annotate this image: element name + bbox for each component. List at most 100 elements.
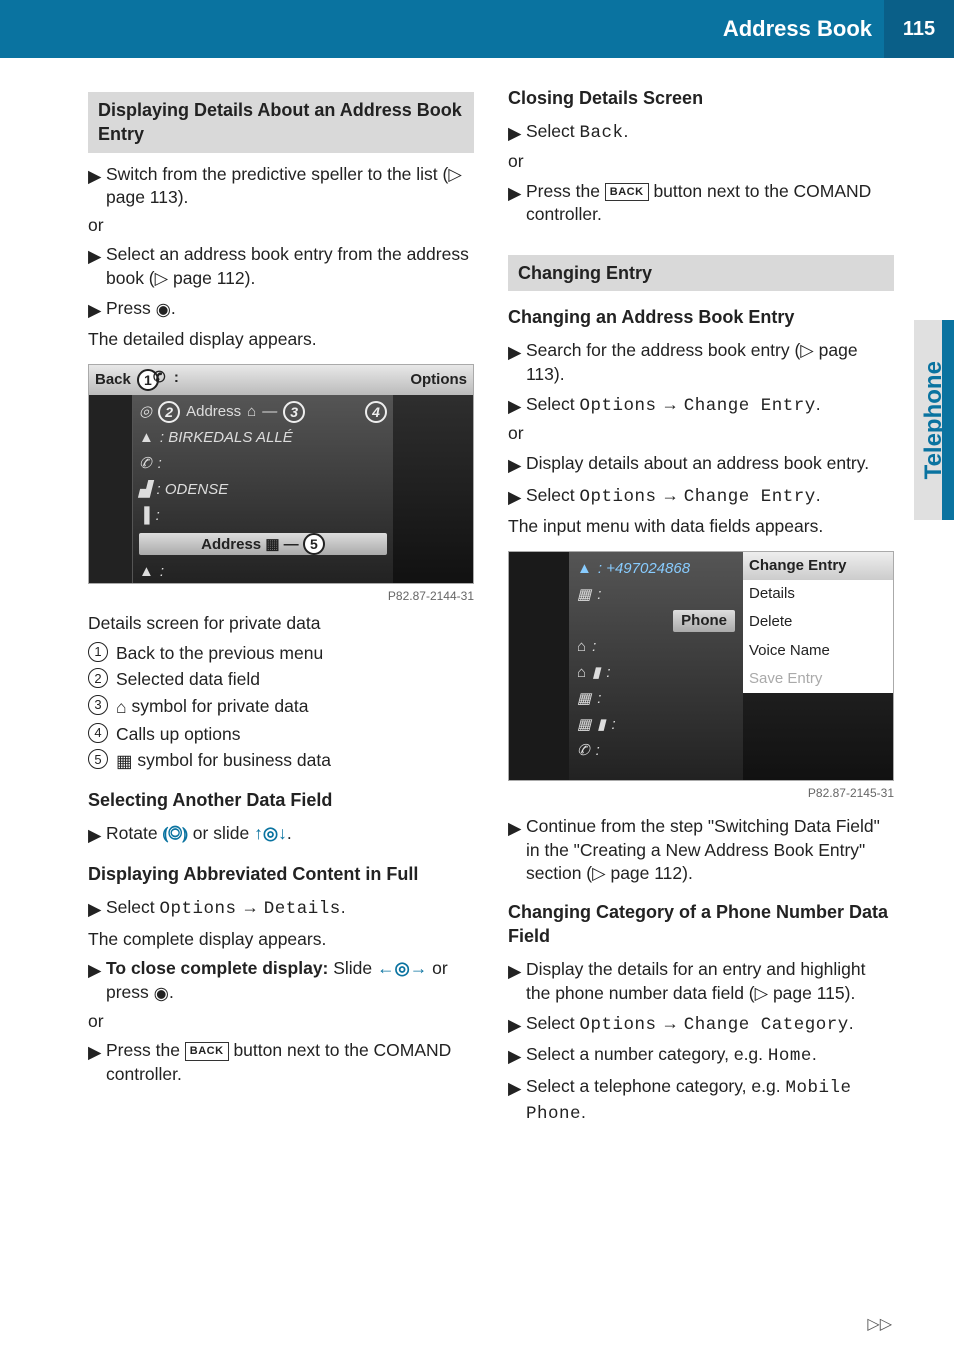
step-marker-icon: ▶ <box>508 180 526 206</box>
figure-caption: Details screen for private data <box>88 612 474 636</box>
legend-num-1: 1 <box>88 642 108 662</box>
business-icon: ▦ <box>116 750 133 774</box>
menu-path: Options <box>580 396 657 416</box>
step-result: The detailed display appears. <box>88 328 474 352</box>
step-body: Select Options → Details. <box>106 896 474 922</box>
step-body: Select Options → Change Category. <box>526 1012 894 1038</box>
step-body: Press the BACK button next to the COMAND… <box>526 180 894 227</box>
callout-2-icon: 2 <box>158 401 180 423</box>
fig-city: : ODENSE <box>157 480 229 500</box>
menu-path: Change Category <box>684 1015 849 1035</box>
legend-text: Back to the previous menu <box>116 642 323 666</box>
legend-text: Calls up options <box>116 723 241 747</box>
step-marker-icon: ▶ <box>88 163 106 189</box>
fig-phone-tag: Phone <box>673 610 735 632</box>
step: ▶ Search for the address book entry (▷ p… <box>508 339 894 386</box>
menu-header[interactable]: Change Entry <box>743 552 893 580</box>
figure-code: P82.87-2145-31 <box>508 785 894 801</box>
menu-item-voice-name[interactable]: Voice Name <box>743 637 893 665</box>
step-body: Select a telephone category, e.g. Mobile… <box>526 1075 894 1126</box>
step-marker-icon: ▶ <box>88 957 106 983</box>
step: ▶ Select Options → Change Entry. <box>508 484 894 510</box>
header-title: Address Book <box>723 14 884 44</box>
step-marker-icon: ▶ <box>508 1012 526 1038</box>
step-marker-icon: ▶ <box>508 1043 526 1069</box>
step-body: Rotate ⦅◎⦆ or slide ↑◎↓. <box>106 822 474 846</box>
text: Select <box>526 485 580 505</box>
slide-horizontal-icon: ←◎→ <box>377 958 427 978</box>
heading-closing: Closing Details Screen <box>508 86 894 110</box>
figure-change-entry: ▲: +497024868 ▦: Phone ⌂: ⌂▮: ▦: ▦▮: ✆: … <box>508 551 894 801</box>
step-marker-icon: ▶ <box>508 1075 526 1101</box>
text: Select a number category, e.g. <box>526 1044 768 1064</box>
step: ▶ Display details about an address book … <box>508 452 894 478</box>
step-result: The input menu with data fields appears. <box>508 515 894 539</box>
figure-details-screen: Back 1 ✆ : Options ◎ 2 Address ⌂— <box>88 364 474 604</box>
step-marker-icon: ▶ <box>508 452 526 478</box>
step: ▶ Select Options → Change Entry. <box>508 393 894 419</box>
menu-path: Options <box>580 487 657 507</box>
or-separator: or <box>88 1010 474 1034</box>
page-header: Address Book 115 <box>0 0 954 58</box>
phone-icon: ✆ <box>139 454 152 474</box>
text: symbol for private data <box>127 696 309 716</box>
text: . <box>287 823 292 843</box>
flag-icon: ▐ <box>139 506 150 526</box>
fig-street: : BIRKEDALS ALLÉ <box>160 428 293 448</box>
fig-options-button[interactable]: Options <box>410 370 467 390</box>
step: ▶ Press the BACK button next to the COMA… <box>508 180 894 227</box>
fig-back-button[interactable]: Back <box>95 370 131 390</box>
text: Select <box>526 121 580 141</box>
step-marker-icon: ▶ <box>508 393 526 419</box>
step: ▶ Select a telephone category, e.g. Mobi… <box>508 1075 894 1126</box>
step-marker-icon: ▶ <box>508 120 526 146</box>
heading-changing-category: Changing Category of a Phone Number Data… <box>508 900 894 949</box>
text: Select <box>526 1013 580 1033</box>
mobile-icon: ▮ <box>597 715 605 735</box>
step-body: Switch from the predictive speller to th… <box>106 163 474 210</box>
step-marker-icon: ▶ <box>508 815 526 841</box>
menu-item-delete[interactable]: Delete <box>743 608 893 636</box>
menu-item-save-entry: Save Entry <box>743 665 893 693</box>
slide-vertical-icon: ↑◎↓ <box>254 823 287 843</box>
or-separator: or <box>508 422 894 446</box>
heading-changing-entry: Changing Entry <box>508 255 894 291</box>
step-marker-icon: ▶ <box>508 958 526 984</box>
person-icon: ▲ <box>577 559 592 579</box>
step: ▶ Rotate ⦅◎⦆ or slide ↑◎↓. <box>88 822 474 848</box>
step-marker-icon: ▶ <box>508 484 526 510</box>
legend-item: 2Selected data field <box>88 668 474 692</box>
step-body: Display the details for an entry and hig… <box>526 958 894 1005</box>
step-body: Select Back. <box>526 120 894 146</box>
section-tab-accent <box>942 320 954 520</box>
step-body: Select a number category, e.g. Home. <box>526 1043 894 1069</box>
text: or slide <box>188 823 254 843</box>
menu-path: Home <box>768 1046 812 1066</box>
step-body: Display details about an address book en… <box>526 452 894 476</box>
step-result: The complete display appears. <box>88 928 474 952</box>
city-icon: ▟ <box>139 480 151 500</box>
step: ▶ To close complete display: Slide ←◎→ o… <box>88 957 474 1005</box>
fig-number: : +497024868 <box>598 559 690 579</box>
menu-path: Back <box>580 123 624 143</box>
step-marker-icon: ▶ <box>88 297 106 323</box>
home-icon: ⌂ <box>577 637 586 657</box>
step-body: Select Options → Change Entry. <box>526 393 894 419</box>
globe-icon: ◎ <box>139 402 152 422</box>
step: ▶ Select Back. <box>508 120 894 146</box>
step: ▶ Display the details for an entry and h… <box>508 958 894 1005</box>
callout-4-icon: 4 <box>365 401 387 423</box>
legend-item: 5▦ symbol for business data <box>88 749 474 774</box>
legend-item: 1 Back to the previous menu <box>88 642 474 666</box>
step-marker-icon: ▶ <box>88 896 106 922</box>
heading-changing-ab: Changing an Address Book Entry <box>508 305 894 329</box>
heading-abbrev: Displaying Abbreviated Content in Full <box>88 862 474 886</box>
text: symbol for business data <box>133 750 331 770</box>
step-marker-icon: ▶ <box>88 1039 106 1065</box>
left-column: Displaying Details About an Address Book… <box>88 86 474 1130</box>
menu-path: Change Entry <box>684 487 816 507</box>
step: ▶ Continue from the step "Switching Data… <box>508 815 894 886</box>
menu-item-details[interactable]: Details <box>743 580 893 608</box>
text: Rotate <box>106 823 162 843</box>
page-number: 115 <box>884 0 954 58</box>
